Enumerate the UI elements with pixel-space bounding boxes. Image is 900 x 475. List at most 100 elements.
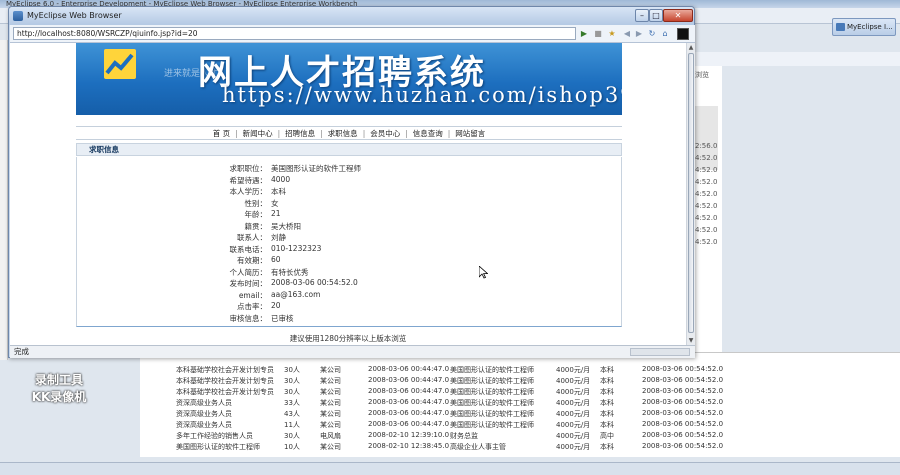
table-cell: 资深高级业务人员	[176, 421, 232, 429]
table-cell: 4000元/月	[556, 410, 591, 418]
field-value: 本科	[271, 187, 286, 196]
menu-item[interactable]: 招聘信息	[285, 129, 315, 138]
table-cell: 财务总监	[450, 432, 478, 440]
table-cell: 某公司	[320, 399, 341, 407]
back-icon[interactable]: ◀	[622, 28, 632, 39]
table-row: 资深高级业务人员 33人 某公司 2008-03-06 00:44:47.0 美国图形认…	[140, 398, 900, 408]
menu-item[interactable]: 首 页	[213, 129, 230, 138]
table-cell: 4000元/月	[556, 377, 591, 385]
field-label: 希望待遇：	[229, 175, 268, 185]
table-cell: 本科	[600, 366, 614, 374]
maximize-button[interactable]: □	[649, 9, 663, 22]
table-cell: 30人	[284, 366, 300, 374]
side-cell: 4:52.0	[695, 190, 718, 198]
browser-window: MyEclipse Web Browser – □ ✕ ▶ ■ ★ ◀ ▶ ↻ …	[8, 6, 695, 358]
chart-logo-icon	[104, 49, 136, 79]
table-cell: 某公司	[320, 377, 341, 385]
table-cell: 4000元/月	[556, 388, 591, 396]
table-cell: 某公司	[320, 388, 341, 396]
table-cell: 11人	[284, 421, 300, 429]
page-footer: 建议使用1280分辨率以上版本浏览	[289, 334, 407, 343]
table-cell: 4000元/月	[556, 366, 591, 374]
table-row: 本科基础学校社会开发计划专员 30人 某公司 2008-03-06 00:44:47.…	[140, 365, 900, 375]
side-cell: 4:52.0	[695, 226, 718, 234]
table-cell: 本科基础学校社会开发计划专员	[176, 388, 274, 396]
table-cell: 2008-03-06 00:54:52.0	[642, 365, 724, 373]
field-label: 点击率：	[237, 302, 267, 311]
table-cell: 美国图形认证的软件工程师	[450, 366, 534, 374]
field-value: 60	[271, 255, 281, 264]
table-cell: 2008-03-06 00:44:47.0	[368, 420, 450, 428]
banner-url-overlay: https://www.huzhan.com/ishop39397	[222, 83, 622, 107]
table-cell: 多年工作经验的销售人员	[176, 432, 253, 440]
taskbar-myeclipse-button[interactable]: MyEclipse I...	[832, 18, 896, 36]
table-cell: 某公司	[320, 410, 341, 418]
detail-field: 性别：	[245, 198, 268, 209]
field-value: 美国图形认证的软件工程师	[271, 164, 361, 173]
table-cell: 某公司	[320, 421, 341, 429]
table-row: 美国图形认证的软件工程师 10人 某公司 2008-02-10 12:38:45.0 高…	[140, 442, 900, 452]
menu-item[interactable]: 信息查询	[413, 129, 443, 138]
url-input[interactable]	[13, 27, 576, 40]
field-label: 有效期：	[237, 256, 267, 265]
table-cell: 2008-03-06 00:44:47.0	[368, 398, 450, 406]
menu-separator: |	[362, 129, 366, 138]
minimize-button[interactable]: –	[635, 9, 649, 22]
window-title: MyEclipse Web Browser	[27, 11, 122, 20]
table-cell: 2008-03-06 00:54:52.0	[642, 387, 724, 395]
field-label: 联系电话：	[229, 244, 268, 254]
window-title-bar[interactable]: MyEclipse Web Browser – □ ✕	[9, 7, 694, 25]
vertical-scrollbar[interactable]: ▲ ▼	[686, 43, 695, 345]
field-value: 20	[271, 301, 281, 310]
menu-separator: |	[320, 129, 323, 138]
menu-item[interactable]: 求职信息	[328, 129, 358, 138]
menu-separator: |	[405, 129, 408, 138]
table-cell: 本科	[600, 443, 614, 451]
close-button[interactable]: ✕	[663, 9, 693, 22]
detail-field: 有效期：	[237, 255, 267, 266]
side-cell: 4:52.0	[695, 202, 718, 210]
menu-separator: |	[277, 129, 281, 138]
table-cell: 资深高级业务人员	[176, 399, 232, 407]
table-cell: 高中	[600, 432, 614, 440]
detail-field: 联系电话：	[230, 244, 268, 255]
home-icon[interactable]: ⌂	[660, 28, 670, 39]
scroll-thumb[interactable]	[688, 53, 694, 333]
field-value: 刘静	[271, 233, 286, 242]
detail-field: 求职职位：	[230, 163, 268, 174]
menu-item[interactable]: 会员中心	[370, 129, 400, 138]
forward-icon[interactable]: ▶	[634, 28, 644, 39]
refresh-icon[interactable]: ↻	[647, 28, 657, 39]
table-cell: 美国图形认证的软件工程师	[450, 388, 534, 396]
table-cell: 本科	[600, 410, 614, 418]
side-cell: 4:52.0	[695, 166, 718, 174]
scroll-down-icon[interactable]: ▼	[687, 336, 695, 345]
stop-icon[interactable]: ■	[593, 28, 603, 39]
table-cell: 高级企业人事主管	[450, 443, 506, 451]
horizontal-scrollbar[interactable]	[630, 348, 690, 356]
table-cell: 2008-03-06 00:54:52.0	[642, 409, 724, 417]
side-cell: 4:52.0	[695, 154, 718, 162]
field-value: 有特长优秀	[271, 267, 309, 277]
field-label: 年龄：	[244, 210, 268, 219]
recorder-watermark: 录制工具 KK录像机	[31, 373, 87, 404]
table-cell: 2008-03-06 00:54:52.0	[642, 442, 724, 450]
myeclipse-icon	[836, 23, 845, 31]
table-cell: 4000元/月	[556, 443, 591, 451]
table-cell: 30人	[284, 432, 300, 440]
table-cell: 美国图形认证的软件工程师	[450, 377, 534, 385]
table-cell: 资深高级业务人员	[176, 410, 232, 418]
field-label: 性别：	[244, 198, 268, 208]
menu-item[interactable]: 网站留言	[455, 129, 485, 138]
table-cell: 4000元/月	[556, 432, 591, 440]
favorite-icon[interactable]: ★	[607, 28, 617, 39]
detail-field: 点击率：	[237, 301, 267, 312]
menu-item[interactable]: 新闻中心	[243, 129, 273, 138]
navigation-bar: ▶ ■ ★ ◀ ▶ ↻ ⌂	[10, 25, 695, 43]
side-cell: 4:52.0	[695, 238, 718, 246]
browser-menu-button[interactable]	[677, 28, 689, 40]
go-icon[interactable]: ▶	[579, 28, 589, 39]
scroll-up-icon[interactable]: ▲	[687, 43, 695, 52]
browser-status-bar: 完成	[10, 345, 695, 358]
table-cell: 2008-03-06 00:44:47.0	[368, 365, 450, 373]
